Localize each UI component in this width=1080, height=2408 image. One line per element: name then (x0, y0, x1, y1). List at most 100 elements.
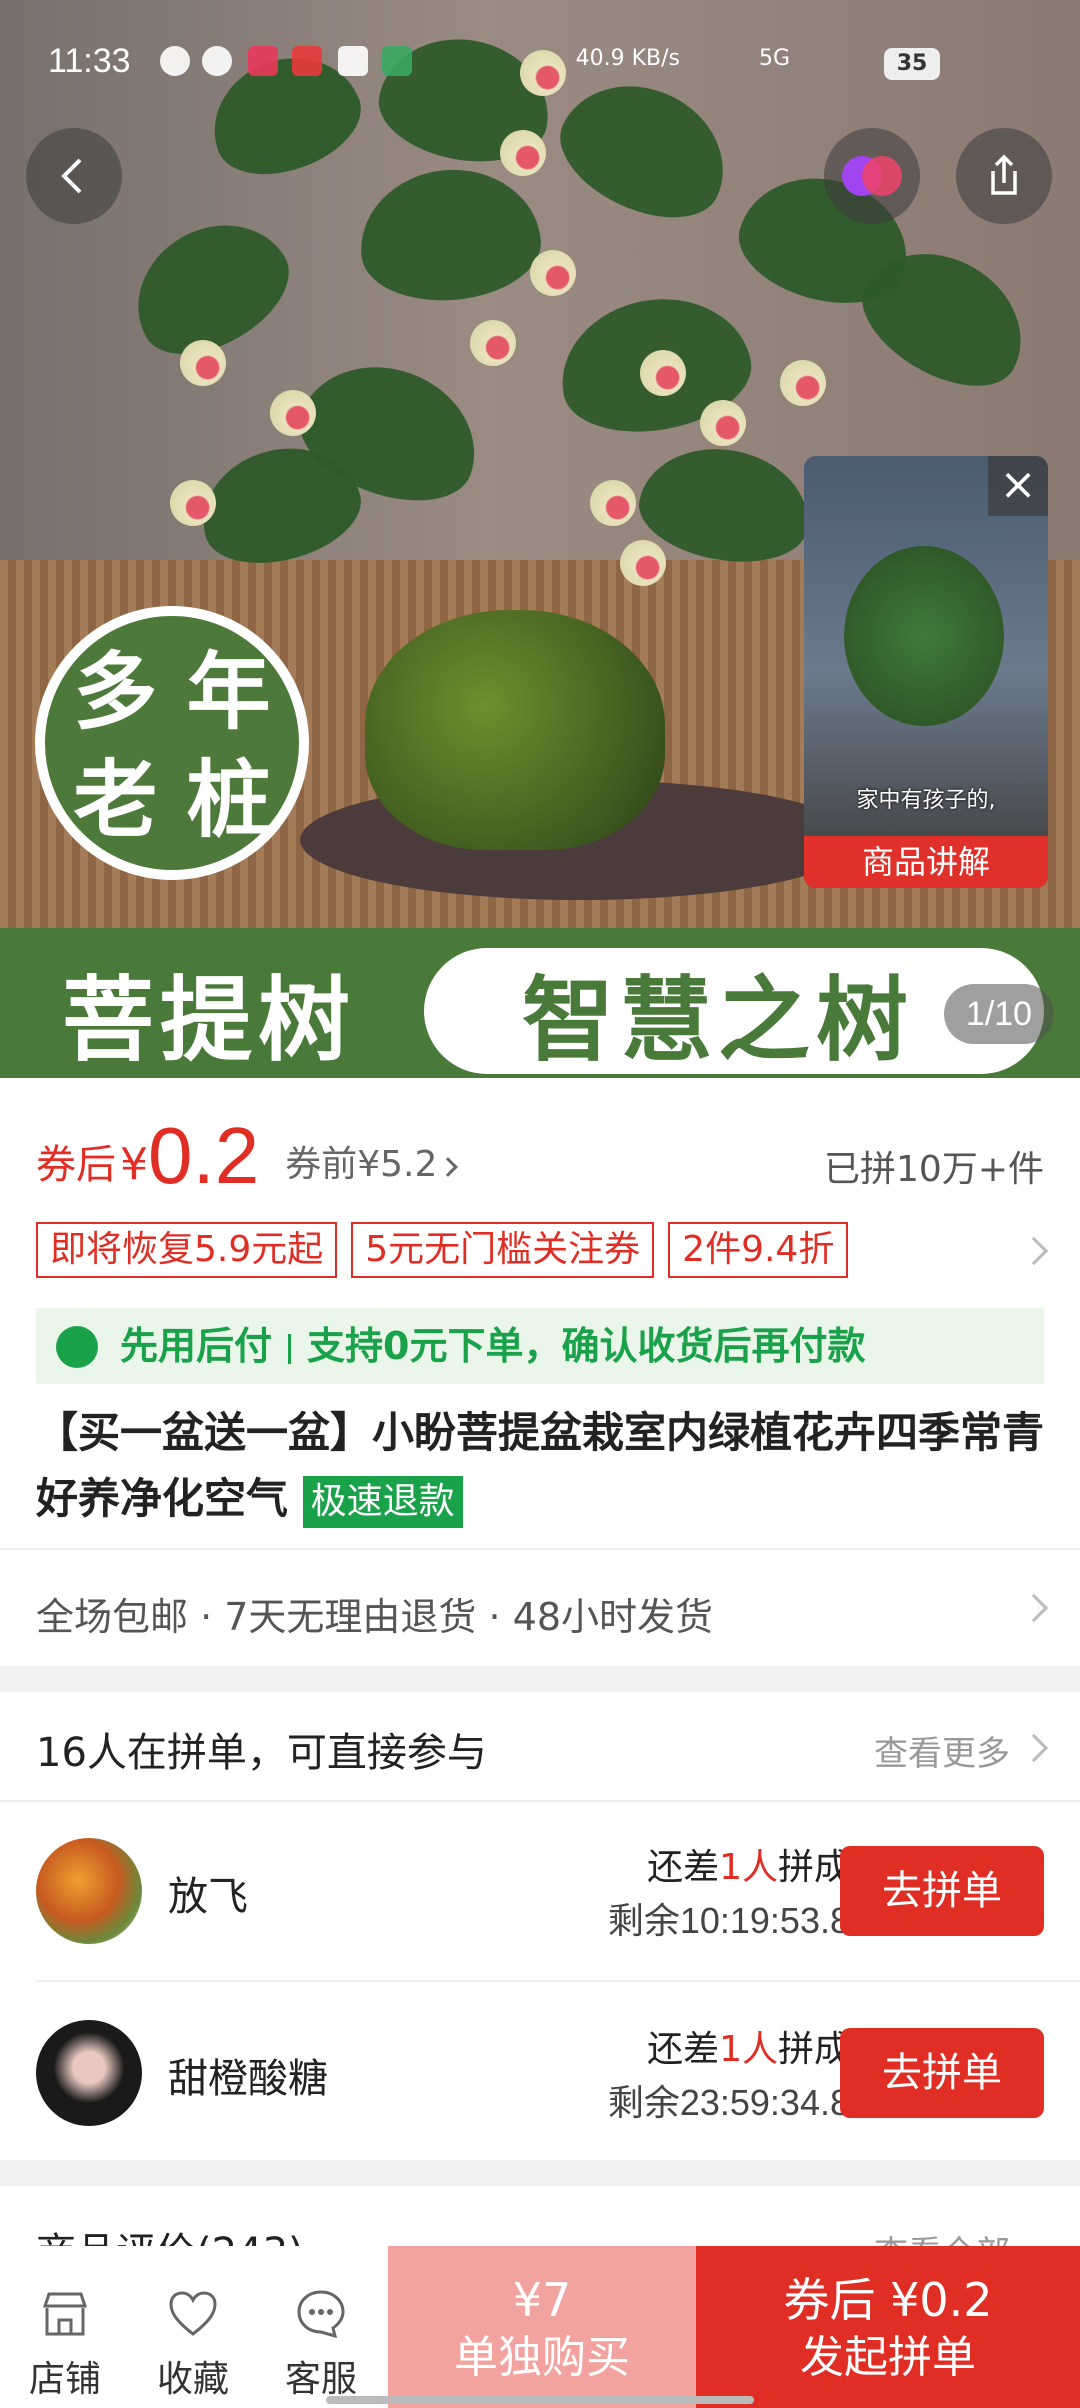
fruit (640, 350, 686, 396)
buy-alone-button[interactable]: ¥7 单独购买 (388, 2246, 696, 2408)
fast-refund-badge: 极速退款 (302, 1475, 463, 1528)
group-row: 甜橙酸糖 还差1人拼成 剩余23:59:34.8 去拼单 (0, 1982, 1080, 2162)
product-title-text: 【买一盆送一盆】小盼菩提盆栽室内绿植花卉四季常青好养净化空气 (36, 1408, 1045, 1523)
app-icon (292, 46, 322, 76)
video-label[interactable]: 商品讲解 (804, 836, 1048, 888)
bottom-action-bar: 店铺 收藏 客服 ¥7 单独购买 券后 ¥0.2 发起拼单 (0, 2246, 1080, 2408)
app-icon (202, 46, 232, 76)
chat-icon (291, 2284, 351, 2344)
status-bar: 11:33 40.9 KB/s 5G 35 (0, 0, 1080, 120)
moss-ball (365, 610, 665, 850)
fruit (620, 540, 666, 586)
alipay-icon (338, 46, 368, 76)
fruit (170, 480, 216, 526)
group-header: 16人在拼单，可直接参与 (36, 1730, 487, 1776)
need-count: 1人 (719, 2029, 778, 2070)
network-type: 5G (758, 46, 790, 71)
video-caption: 家中有孩子的, (856, 788, 996, 813)
live-button[interactable] (824, 128, 920, 224)
share-button[interactable] (956, 128, 1052, 224)
pay-later-banner[interactable]: 先用后付 支持0元下单，确认收货后再付款 (36, 1308, 1044, 1384)
service-button[interactable]: 客服 (256, 2246, 386, 2408)
group-label: 发起拼单 (800, 2332, 976, 2383)
reviews-section[interactable]: 商品评价(243) 查看全部 (0, 2186, 1080, 2246)
join-group-button[interactable]: 去拼单 (840, 2028, 1044, 2118)
chevron-right-icon[interactable] (1019, 1593, 1049, 1623)
product-title: 【买一盆送一盆】小盼菩提盆栽室内绿植花卉四季常青好养净化空气 极速退款 (36, 1400, 1046, 1532)
live-icon (842, 156, 902, 196)
video-explainer[interactable]: × 家中有孩子的, 商品讲解 (804, 456, 1048, 888)
back-icon (61, 158, 82, 194)
app-icon (382, 46, 412, 76)
service-label: 客服 (284, 2359, 357, 2400)
fruit (470, 320, 516, 366)
fruit (180, 340, 226, 386)
need-count: 1人 (719, 1847, 778, 1888)
group-need: 还差1人拼成 (647, 2020, 850, 2072)
pay-later-title: 先用后付 (120, 1324, 273, 1368)
need-prefix: 还差 (647, 2029, 720, 2070)
message-icon (160, 46, 190, 76)
after-coupon-label: 券后 (36, 1142, 116, 1188)
chevron-right-icon[interactable] (1019, 1236, 1049, 1266)
group-row: 放飞 还差1人拼成 剩余10:19:53.8 去拼单 (0, 1800, 1080, 1980)
group-need: 还差1人拼成 (647, 1838, 850, 1890)
video-plant-image (844, 546, 1004, 726)
fruit (270, 390, 316, 436)
promo-tag[interactable]: 2件9.4折 (668, 1222, 849, 1278)
separator (288, 1333, 292, 1364)
currency-symbol: ¥ (120, 1139, 148, 1190)
back-button[interactable] (26, 128, 122, 224)
age-badge: 多 年 老 桩 (35, 606, 309, 880)
share-icon (991, 154, 1017, 195)
store-label: 店铺 (28, 2359, 101, 2400)
promo-tag[interactable]: 即将恢复5.9元起 (36, 1222, 338, 1278)
reviews-title: 商品评价(243) (36, 2220, 304, 2246)
pay-later-icon (56, 1326, 98, 1368)
promo-tags[interactable]: 即将恢复5.9元起 5元无门槛关注券 2件9.4折 (36, 1222, 849, 1278)
group-remaining-time: 剩余10:19:53.8 (607, 1900, 850, 1941)
promo-tag[interactable]: 5元无门槛关注券 (351, 1222, 655, 1278)
image-counter: 1/10 (944, 984, 1054, 1044)
banner-right-text: 智慧之树 (522, 967, 915, 1074)
group-price: 券后 ¥0.2 (783, 2273, 993, 2327)
favorite-button[interactable]: 收藏 (128, 2246, 258, 2408)
badge-line-1: 多 年 (73, 642, 271, 741)
store-icon (35, 2284, 95, 2344)
fruit (700, 400, 746, 446)
chevron-right-icon[interactable] (1019, 1733, 1049, 1763)
heart-icon (163, 2284, 223, 2344)
fruit (500, 130, 546, 176)
group-user-name: 放飞 (168, 1874, 248, 1920)
join-group-button[interactable]: 去拼单 (840, 1846, 1044, 1936)
avatar (36, 2020, 142, 2126)
solo-price: ¥7 (512, 2273, 572, 2327)
sold-count: 已拼10万+件 (824, 1149, 1044, 1190)
app-icon (248, 46, 278, 76)
solo-label: 单独购买 (454, 2332, 630, 2383)
favorite-label: 收藏 (156, 2359, 229, 2400)
view-all-reviews[interactable]: 查看全部 (874, 2226, 1010, 2246)
start-group-button[interactable]: 券后 ¥0.2 发起拼单 (696, 2246, 1080, 2408)
status-time: 11:33 (48, 42, 131, 80)
banner-left-text: 菩提树 (62, 967, 357, 1074)
group-buy-card: 16人在拼单，可直接参与 查看更多 放飞 还差1人拼成 剩余10:19:53.8… (0, 1692, 1080, 2160)
original-price[interactable]: 券前¥5.2 (285, 1136, 437, 1194)
store-button[interactable]: 店铺 (0, 2246, 130, 2408)
fruit (530, 250, 576, 296)
battery-icon: 35 (884, 48, 940, 80)
service-promises[interactable]: 全场包邮 · 7天无理由退货 · 48小时发货 (36, 1586, 713, 1641)
pay-later-desc: 支持0元下单，确认收货后再付款 (307, 1324, 866, 1368)
avatar (36, 1838, 142, 1944)
group-user-name: 甜橙酸糖 (168, 2056, 328, 2102)
price-row: 券后 ¥ 0.2 券前¥5.2 (36, 1111, 459, 1200)
divider (0, 1548, 1080, 1550)
close-icon[interactable]: × (988, 456, 1048, 516)
view-more-link[interactable]: 查看更多 (874, 1726, 1010, 1775)
home-indicator[interactable] (326, 2396, 754, 2404)
price-value: 0.2 (148, 1111, 260, 1200)
group-remaining-time: 剩余23:59:34.8 (607, 2082, 850, 2123)
need-prefix: 还差 (647, 1847, 720, 1888)
product-banner: 菩提树 智慧之树 (0, 928, 1080, 1078)
fruit (780, 360, 826, 406)
